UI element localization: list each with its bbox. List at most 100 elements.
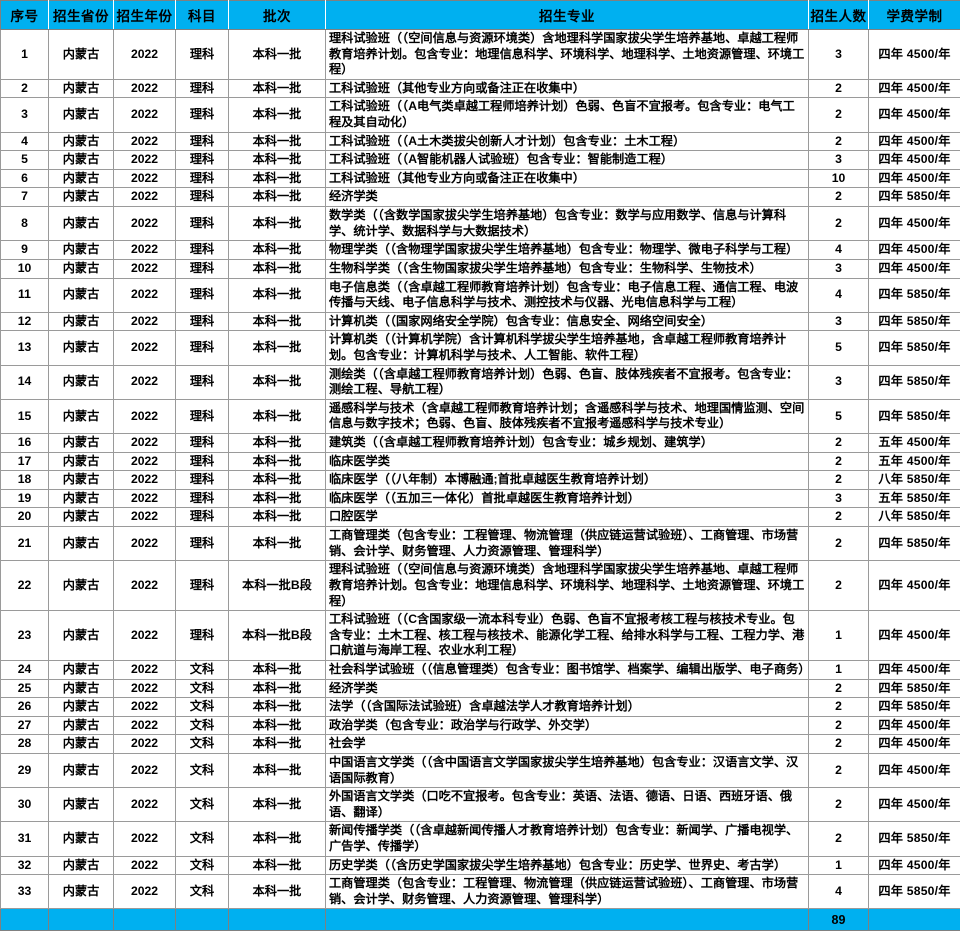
cell-batch: 本科一批 xyxy=(229,399,326,433)
cell-count: 5 xyxy=(809,399,869,433)
cell-batch: 本科一批 xyxy=(229,132,326,151)
cell-seq: 18 xyxy=(1,471,49,490)
cell-subject: 理科 xyxy=(176,508,229,527)
cell-major: 数学类（（含数学国家拔尖学生培养基地）包含专业：数学与应用数学、信息与计算科学、… xyxy=(326,207,809,241)
table-row: 1内蒙古2022理科本科一批理科试验班（（空间信息与资源环境类）含地理科学国家拔… xyxy=(1,30,960,80)
cell-fee: 四年 4500/年 xyxy=(869,716,960,735)
cell-fee: 四年 5850/年 xyxy=(869,312,960,331)
table-row: 8内蒙古2022理科本科一批数学类（（含数学国家拔尖学生培养基地）包含专业：数学… xyxy=(1,207,960,241)
cell-count: 3 xyxy=(809,489,869,508)
cell-subject: 理科 xyxy=(176,399,229,433)
cell-seq: 8 xyxy=(1,207,49,241)
cell-year: 2022 xyxy=(114,365,176,399)
cell-batch: 本科一批 xyxy=(229,508,326,527)
cell-subject: 理科 xyxy=(176,188,229,207)
cell-province: 内蒙古 xyxy=(49,259,114,278)
table-row: 21内蒙古2022理科本科一批工商管理类（包含专业：工程管理、物流管理（供应链运… xyxy=(1,527,960,561)
cell-seq: 30 xyxy=(1,788,49,822)
total-cell-subject xyxy=(176,909,229,931)
cell-count: 2 xyxy=(809,822,869,856)
cell-count: 3 xyxy=(809,259,869,278)
table-row: 27内蒙古2022文科本科一批政治学类（包含专业：政治学与行政学、外交学）2四年… xyxy=(1,716,960,735)
cell-seq: 19 xyxy=(1,489,49,508)
cell-province: 内蒙古 xyxy=(49,278,114,312)
cell-major: 政治学类（包含专业：政治学与行政学、外交学） xyxy=(326,716,809,735)
cell-fee: 四年 5850/年 xyxy=(869,365,960,399)
cell-province: 内蒙古 xyxy=(49,508,114,527)
cell-province: 内蒙古 xyxy=(49,527,114,561)
cell-year: 2022 xyxy=(114,241,176,260)
cell-fee: 四年 4500/年 xyxy=(869,856,960,875)
cell-seq: 22 xyxy=(1,561,49,611)
cell-count: 2 xyxy=(809,735,869,754)
cell-subject: 理科 xyxy=(176,259,229,278)
cell-major: 历史学类（（含历史学国家拔尖学生培养基地）包含专业：历史学、世界史、考古学） xyxy=(326,856,809,875)
table-row: 4内蒙古2022理科本科一批工科试验班（（A土木类拔尖创新人才计划）包含专业：土… xyxy=(1,132,960,151)
cell-province: 内蒙古 xyxy=(49,856,114,875)
cell-batch: 本科一批 xyxy=(229,698,326,717)
cell-seq: 24 xyxy=(1,660,49,679)
cell-count: 2 xyxy=(809,788,869,822)
cell-seq: 12 xyxy=(1,312,49,331)
cell-batch: 本科一批 xyxy=(229,822,326,856)
total-cell-province xyxy=(49,909,114,931)
cell-seq: 2 xyxy=(1,79,49,98)
cell-count: 2 xyxy=(809,471,869,490)
cell-province: 内蒙古 xyxy=(49,79,114,98)
cell-province: 内蒙古 xyxy=(49,169,114,188)
cell-province: 内蒙古 xyxy=(49,788,114,822)
cell-batch: 本科一批 xyxy=(229,660,326,679)
table-row: 6内蒙古2022理科本科一批工科试验班（其他专业方向或备注正在收集中）10四年 … xyxy=(1,169,960,188)
cell-subject: 理科 xyxy=(176,207,229,241)
table-row: 32内蒙古2022文科本科一批历史学类（（含历史学国家拔尖学生培养基地）包含专业… xyxy=(1,856,960,875)
cell-seq: 3 xyxy=(1,98,49,132)
cell-year: 2022 xyxy=(114,716,176,735)
table-row: 2内蒙古2022理科本科一批工科试验班（其他专业方向或备注正在收集中）2四年 4… xyxy=(1,79,960,98)
cell-year: 2022 xyxy=(114,679,176,698)
cell-seq: 4 xyxy=(1,132,49,151)
table-row: 7内蒙古2022理科本科一批经济学类2四年 5850/年 xyxy=(1,188,960,207)
cell-seq: 9 xyxy=(1,241,49,260)
total-cell-year xyxy=(114,909,176,931)
cell-year: 2022 xyxy=(114,207,176,241)
cell-seq: 26 xyxy=(1,698,49,717)
cell-major: 工科试验班（（C含国家级一流本科专业）色弱、色盲不宜报考核工程与核技术专业。包含… xyxy=(326,611,809,661)
cell-seq: 32 xyxy=(1,856,49,875)
cell-seq: 28 xyxy=(1,735,49,754)
total-cell-fee xyxy=(869,909,960,931)
cell-count: 2 xyxy=(809,452,869,471)
total-cell-count: 89 xyxy=(809,909,869,931)
cell-fee: 四年 4500/年 xyxy=(869,753,960,787)
cell-batch: 本科一批 xyxy=(229,312,326,331)
cell-batch: 本科一批 xyxy=(229,331,326,365)
cell-year: 2022 xyxy=(114,508,176,527)
cell-province: 内蒙古 xyxy=(49,716,114,735)
table-row: 3内蒙古2022理科本科一批工科试验班（（A电气类卓越工程师培养计划）色弱、色盲… xyxy=(1,98,960,132)
cell-year: 2022 xyxy=(114,312,176,331)
cell-batch: 本科一批 xyxy=(229,365,326,399)
column-header-province: 招生省份 xyxy=(49,1,114,30)
cell-subject: 理科 xyxy=(176,79,229,98)
cell-year: 2022 xyxy=(114,698,176,717)
cell-major: 临床医学类 xyxy=(326,452,809,471)
cell-year: 2022 xyxy=(114,788,176,822)
cell-province: 内蒙古 xyxy=(49,241,114,260)
cell-count: 2 xyxy=(809,508,869,527)
cell-province: 内蒙古 xyxy=(49,822,114,856)
cell-year: 2022 xyxy=(114,188,176,207)
cell-count: 3 xyxy=(809,30,869,80)
cell-major: 法学（（含国际法试验班）含卓越法学人才教育培养计划） xyxy=(326,698,809,717)
cell-subject: 文科 xyxy=(176,822,229,856)
cell-subject: 理科 xyxy=(176,241,229,260)
total-cell-batch xyxy=(229,909,326,931)
cell-subject: 文科 xyxy=(176,875,229,909)
cell-subject: 理科 xyxy=(176,365,229,399)
cell-major: 经济学类 xyxy=(326,188,809,207)
cell-major: 口腔医学 xyxy=(326,508,809,527)
cell-province: 内蒙古 xyxy=(49,312,114,331)
cell-count: 1 xyxy=(809,856,869,875)
cell-seq: 17 xyxy=(1,452,49,471)
cell-province: 内蒙古 xyxy=(49,660,114,679)
table-row: 31内蒙古2022文科本科一批新闻传播学类（（含卓越新闻传播人才教育培养计划）包… xyxy=(1,822,960,856)
header-row: 序号 招生省份 招生年份 科目 批次 招生专业 招生人数 学费学制 xyxy=(1,1,960,30)
